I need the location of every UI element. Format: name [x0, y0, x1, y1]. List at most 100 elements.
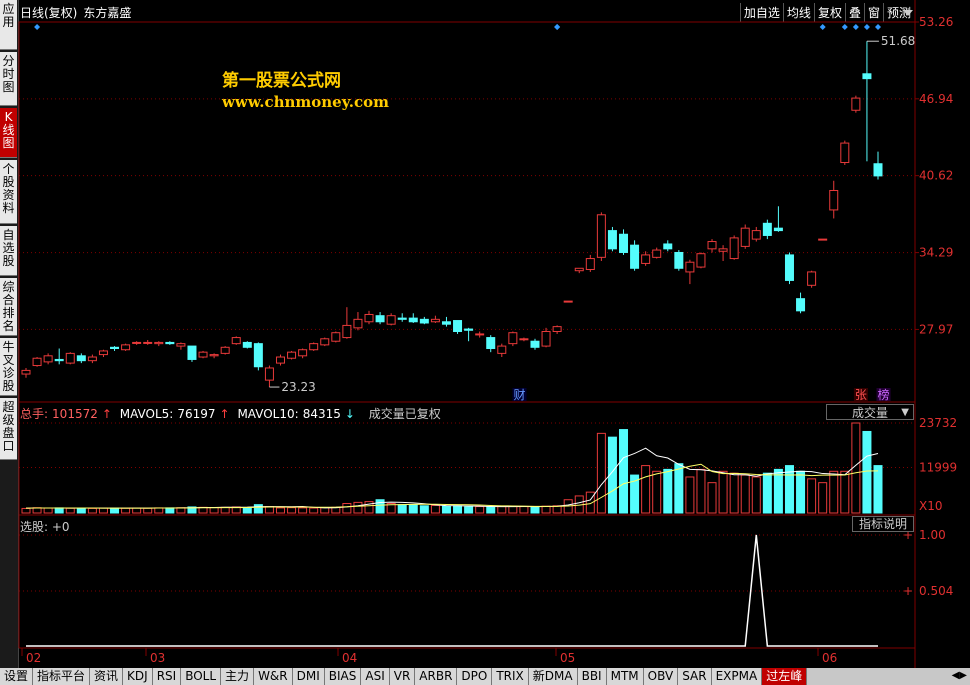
- candle-body: [441, 321, 451, 325]
- tab-11[interactable]: VR: [389, 668, 416, 685]
- candle-body: [21, 369, 31, 375]
- candle-body: [475, 333, 485, 336]
- indicator-info-button[interactable]: 指标说明: [852, 516, 914, 532]
- volume-bar: [619, 429, 629, 514]
- right-arrow-icon[interactable]: ▶: [959, 670, 967, 681]
- price-tick-label: 27.97: [919, 322, 953, 336]
- candle-body: [408, 317, 418, 323]
- info-diamond-icon: [875, 24, 881, 30]
- candle-body: [165, 341, 175, 345]
- candle-body: [430, 318, 440, 323]
- candle-body: [187, 345, 197, 360]
- candle-body: [807, 271, 817, 286]
- candle-body: [818, 238, 828, 241]
- candle-body: [176, 343, 186, 347]
- candle-body: [287, 351, 297, 359]
- candle-body: [851, 97, 861, 111]
- tab-20[interactable]: EXPMA: [711, 668, 763, 685]
- volume-indicator-select[interactable]: 成交量 ▼: [826, 404, 914, 420]
- candle-body: [242, 341, 252, 348]
- tab-0[interactable]: 设置: [0, 668, 34, 685]
- tab-4[interactable]: RSI: [152, 668, 182, 685]
- candle-body: [464, 328, 474, 331]
- tab-3[interactable]: KDJ: [123, 668, 153, 685]
- tab-5[interactable]: BOLL: [181, 668, 222, 685]
- info-diamond-icon: [841, 24, 848, 30]
- tab-10[interactable]: ASI: [361, 668, 390, 685]
- up-arrow-icon: ↑: [219, 407, 230, 421]
- candle-body: [707, 241, 717, 250]
- volume-bar: [253, 504, 263, 514]
- volume-bar: [453, 505, 463, 514]
- candle-body: [275, 356, 285, 364]
- tab-15[interactable]: 新DMA: [528, 668, 578, 685]
- volume-bar: [508, 505, 518, 514]
- tab-13[interactable]: DPO: [457, 668, 493, 685]
- tab-scroll-arrows[interactable]: ◀▶: [949, 668, 970, 685]
- candle-body: [497, 345, 507, 354]
- volume-bar: [718, 470, 728, 514]
- volume-bar: [729, 472, 739, 514]
- kline-chart[interactable]: 53.26 46.94 40.62 34.29 27.97 51.68 23.23 财 张榜 23…: [0, 0, 970, 668]
- candle-body: [762, 222, 772, 236]
- min-price-label: 23.23: [281, 380, 315, 394]
- selection-tick-label: 1.00: [919, 528, 946, 542]
- tab-19[interactable]: SAR: [678, 668, 712, 685]
- candle-body: [375, 315, 385, 323]
- candle-body: [364, 313, 374, 323]
- candle-body: [320, 338, 330, 346]
- month-label: 02: [26, 651, 42, 665]
- candle-body: [508, 332, 518, 345]
- volume-bar: [862, 430, 872, 514]
- volume-bar: [541, 505, 551, 514]
- event-marker-cai: 财: [513, 388, 525, 402]
- volume-bar: [298, 507, 308, 514]
- volume-bar: [397, 504, 407, 514]
- candle-body: [784, 254, 794, 281]
- tab-21[interactable]: 过左峰: [762, 668, 808, 685]
- event-marker-zhang: 张: [855, 388, 867, 402]
- candle-body: [453, 320, 463, 332]
- candle-body: [585, 258, 595, 270]
- volume-bar: [873, 465, 883, 514]
- candle-body: [751, 230, 761, 240]
- tab-7[interactable]: W&R: [254, 668, 293, 685]
- volume-bar: [652, 470, 662, 514]
- volume-bar: [475, 506, 485, 514]
- candle-body: [298, 349, 308, 357]
- tab-6[interactable]: 主力: [221, 668, 255, 685]
- volume-bar: [430, 504, 440, 514]
- volume-bar: [674, 463, 684, 514]
- volume-bar: [441, 505, 451, 514]
- candle-body: [563, 300, 573, 303]
- volume-bar: [87, 507, 97, 514]
- mavol10-label: MAVOL10:: [237, 407, 299, 421]
- candle-body: [209, 354, 219, 357]
- tab-9[interactable]: BIAS: [324, 668, 362, 685]
- volume-bar: [76, 507, 86, 514]
- candle-body: [143, 341, 153, 344]
- candle-body: [309, 343, 319, 351]
- event-marker-bang: 榜: [878, 387, 890, 402]
- tab-18[interactable]: OBV: [643, 668, 679, 685]
- mavol5-label: MAVOL5:: [119, 407, 174, 421]
- candle-body: [552, 326, 562, 332]
- volume-bar: [43, 507, 53, 514]
- month-label: 05: [560, 651, 576, 665]
- volume-bar: [165, 507, 175, 514]
- candle-body: [331, 332, 341, 342]
- tab-8[interactable]: DMI: [292, 668, 325, 685]
- price-tick-label: 53.26: [919, 15, 953, 29]
- volume-bar: [209, 507, 219, 514]
- tab-2[interactable]: 资讯: [90, 668, 124, 685]
- info-diamond-icon: [819, 24, 826, 30]
- tab-16[interactable]: BBI: [577, 668, 607, 685]
- tab-1[interactable]: 指标平台: [33, 668, 91, 685]
- tab-17[interactable]: MTM: [606, 668, 644, 685]
- tab-14[interactable]: TRIX: [492, 668, 529, 685]
- candle-body: [220, 346, 230, 354]
- tab-12[interactable]: ARBR: [415, 668, 458, 685]
- candle-body: [641, 254, 651, 264]
- volume-bar: [342, 503, 352, 514]
- volume-bar: [696, 468, 706, 514]
